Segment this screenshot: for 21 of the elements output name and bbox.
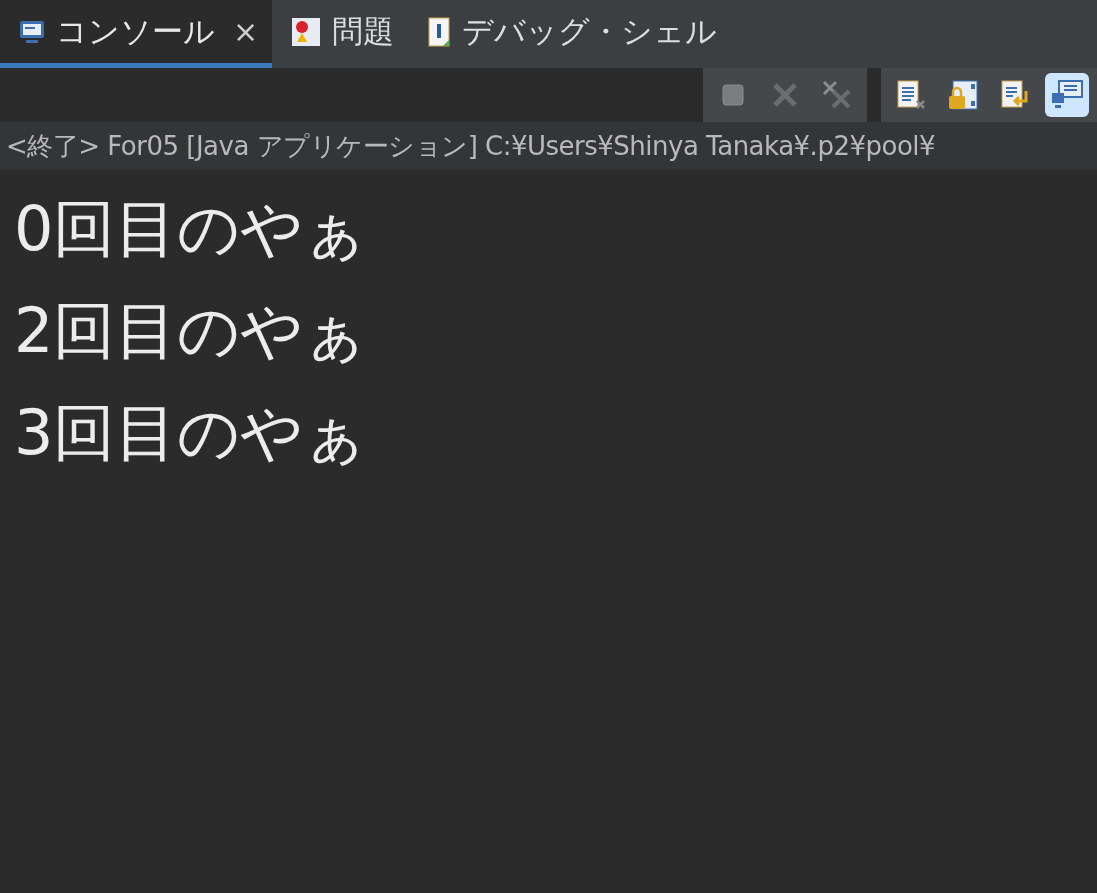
tab[interactable]: 問題 bbox=[272, 0, 409, 68]
close-icon bbox=[771, 81, 799, 109]
tab-label: デバッグ・シェル bbox=[462, 11, 718, 51]
document-icon bbox=[426, 15, 453, 48]
toolbar-button[interactable] bbox=[1045, 73, 1089, 117]
tab-label: コンソール bbox=[56, 11, 215, 51]
console-output-line: 0回目のやぁ bbox=[14, 191, 367, 267]
document-clear-icon bbox=[895, 79, 927, 111]
lock-panel-icon bbox=[947, 79, 979, 111]
tab[interactable]: コンソール × bbox=[0, 0, 273, 68]
tab-label: 問題 bbox=[332, 11, 395, 51]
process-label: <終了> For05 [Java アプリケーション] C:¥Users¥Shinya Tanaka¥.p2¥pool¥ bbox=[6, 129, 936, 163]
monitor-icon bbox=[1050, 79, 1084, 111]
tab[interactable]: デバッグ・シェル bbox=[408, 0, 732, 68]
close-icon[interactable]: × bbox=[233, 14, 259, 49]
double-close-icon bbox=[821, 79, 853, 111]
problems-icon bbox=[290, 15, 323, 48]
document-return-icon bbox=[999, 79, 1031, 111]
console-output-line: 2回目のやぁ bbox=[14, 293, 367, 369]
console-output-line: 3回目のやぁ bbox=[14, 395, 367, 471]
stop-icon bbox=[720, 82, 746, 108]
